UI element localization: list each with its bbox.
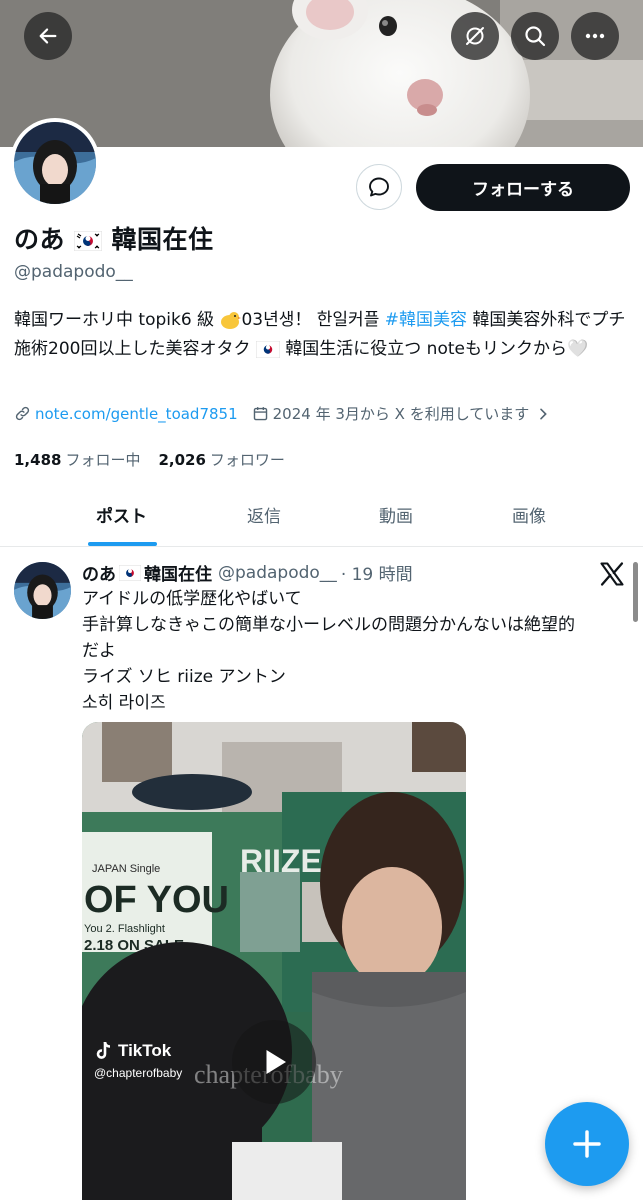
message-icon (369, 177, 389, 197)
plus-icon (573, 1130, 601, 1158)
profile-avatar[interactable] (10, 118, 100, 208)
post-line: アイドルの低学歴化やばいて (82, 589, 302, 609)
post-line: 소히 라이즈 (82, 693, 166, 713)
tab-videos[interactable]: 動画 (379, 502, 413, 527)
back-button[interactable] (24, 12, 72, 60)
following-count: 1,488 (14, 451, 62, 469)
tab-replies[interactable]: 返信 (247, 502, 281, 527)
followers-label: フォロワー (209, 451, 285, 469)
profile-handle: @padapodo__ (14, 262, 133, 282)
display-name-text: のあ (14, 225, 66, 254)
follow-counts: 1,488 フォロー中 2,026 フォロワー (14, 449, 285, 470)
post-author-handle[interactable]: @padapodo__ (218, 563, 337, 583)
bio-hashtag-link[interactable]: #韓国美容 (385, 310, 467, 330)
active-tab-indicator (88, 542, 157, 546)
post-text: アイドルの低学歴化やばいて 手計算しなきゃこの簡単な小ーレベルの問題分かんないは… (82, 586, 622, 716)
post-line: だよ (82, 641, 116, 661)
poster-text: JAPAN Single (92, 863, 160, 875)
video-thumbnail: JAPAN Single OF YOU You 2. Flashlight 2.… (82, 722, 466, 1200)
post-author-suffix: 韓国在住 (144, 565, 212, 585)
post-header: のあ 韓国在住 @padapodo__ · 19 時間 (82, 560, 413, 586)
tab-images[interactable]: 画像 (512, 502, 546, 527)
post-line: 手計算しなきゃこの簡単な小ーレベルの問題分かんないは絶望的 (82, 615, 575, 635)
tab-posts[interactable]: ポスト (96, 502, 147, 527)
message-button[interactable] (356, 164, 402, 210)
post-video[interactable]: JAPAN Single OF YOU You 2. Flashlight 2.… (82, 722, 466, 1200)
search-button[interactable] (511, 12, 559, 60)
post-time: · 19 時間 (340, 565, 413, 585)
following-count-link[interactable]: 1,488 フォロー中 (14, 449, 140, 470)
more-button[interactable] (571, 12, 619, 60)
display-name-suffix: 韓国在住 (111, 225, 214, 254)
hide-eye-icon (466, 27, 484, 45)
chevron-right-icon[interactable] (535, 406, 551, 422)
post-author-name[interactable]: のあ (82, 560, 116, 585)
profile-link[interactable]: note.com/gentle_toad7851 (35, 405, 238, 423)
korea-flag-icon (74, 231, 103, 251)
search-icon (525, 26, 546, 47)
joined-date: 2024 年 3月から X を利用しています (272, 405, 530, 423)
compose-button[interactable] (545, 1102, 629, 1186)
profile-tabs: ポスト 返信 動画 画像 (0, 488, 643, 547)
tiktok-label: TikTok (118, 1041, 172, 1060)
x-logo-icon (600, 562, 624, 586)
profile-banner (0, 0, 643, 147)
followers-count-link[interactable]: 2,026 フォロワー (158, 449, 284, 470)
hide-button[interactable] (451, 12, 499, 60)
scrollbar[interactable] (633, 562, 638, 622)
bio-text-2: 03년생！ 한일커플 (241, 310, 385, 330)
profile-bio: 韓国ワーホリ中 topik6 級 03년생！ 한일커플 #韓国美容 韓国美容外科… (14, 306, 626, 364)
play-button[interactable] (232, 1020, 316, 1104)
link-icon (15, 406, 30, 421)
back-arrow-icon (39, 28, 57, 44)
following-label: フォロー中 (65, 451, 141, 469)
bio-text-1: 韓国ワーホリ中 topik6 級 (14, 310, 220, 330)
follow-button[interactable]: フォローする (416, 164, 630, 211)
profile-meta: note.com/gentle_toad7851 2024 年 3月から X を… (14, 403, 551, 424)
tiktok-badge: TikTok @chapterofbaby (94, 1040, 182, 1080)
play-icon (266, 1050, 286, 1074)
korea-flag-icon (255, 340, 280, 358)
chick-emoji-icon (221, 312, 242, 329)
avatar-image (14, 122, 96, 204)
korea-flag-icon (119, 564, 141, 581)
poster-text: OF YOU (84, 879, 229, 921)
tiktok-user: @chapterofbaby (94, 1066, 183, 1080)
display-name: のあ 韓国在住 (14, 220, 213, 256)
calendar-icon (253, 407, 267, 421)
tiktok-icon (96, 1041, 111, 1059)
followers-count: 2,026 (158, 451, 206, 469)
more-icon (585, 33, 605, 39)
bio-text-4: 韓国生活に役立つ noteもリンクから (279, 339, 567, 359)
post-author-avatar[interactable] (14, 562, 71, 619)
avatar-image (14, 562, 71, 619)
heart-icon: 🤍 (566, 339, 589, 359)
poster-text: You 2. Flashlight (84, 923, 165, 935)
post-line: ライズ ソヒ riize アントン (82, 667, 286, 687)
